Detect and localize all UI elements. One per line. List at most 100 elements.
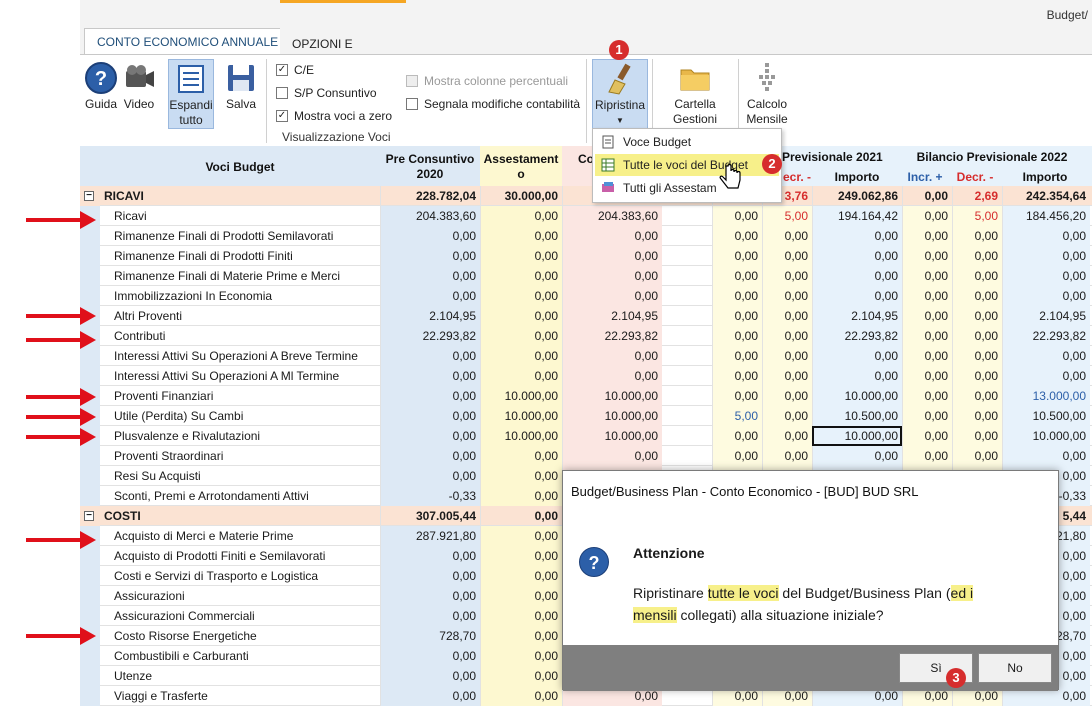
cell-co[interactable]: 10.000,00 [562, 406, 662, 426]
cell-d1[interactable]: 0,00 [762, 286, 812, 306]
cell-d1[interactable]: 0,00 [762, 266, 812, 286]
cell-pre[interactable]: -0,33 [380, 486, 480, 506]
cell-pre[interactable]: 0,00 [380, 246, 480, 266]
section-row[interactable]: − RICAVI 228.782,04 30.000,00 3,76 249.062,86… [80, 186, 1092, 206]
cell-imp1[interactable]: 0,00 [812, 266, 902, 286]
menu-item-tutte-voci[interactable]: Tutte le voci del Budget [595, 154, 779, 176]
cell-i2[interactable]: 0,00 [902, 446, 952, 466]
cell-ass[interactable]: 0,00 [480, 686, 562, 706]
cell-pre[interactable]: 0,00 [380, 406, 480, 426]
cell-d2[interactable]: 5,00 [952, 206, 1002, 226]
table-row[interactable]: Plusvalenze e Rivalutazioni 0,00 10.000,00… [80, 426, 1092, 446]
table-row[interactable]: Proventi Finanziari 0,00 10.000,00 10.000,0… [80, 386, 1092, 406]
cell-d2[interactable]: 0,00 [952, 266, 1002, 286]
cell-d1[interactable]: 0,00 [762, 366, 812, 386]
cell-ass[interactable]: 10.000,00 [480, 406, 562, 426]
cell-co[interactable]: 0,00 [562, 446, 662, 466]
cell-d1[interactable]: 0,00 [762, 226, 812, 246]
cell-pre[interactable]: 0,00 [380, 266, 480, 286]
check-mostra-colonne[interactable]: Mostra colonne percentuali [406, 74, 568, 88]
cell-co[interactable]: 0,00 [562, 346, 662, 366]
table-row[interactable]: Contributi 22.293,82 0,00 22.293,82 0,00 0,00… [80, 326, 1092, 346]
check-ce[interactable]: ✓ C/E [276, 63, 314, 77]
cell-ass[interactable]: 0,00 [480, 446, 562, 466]
cell-i2[interactable]: 0,00 [902, 286, 952, 306]
cell-ass[interactable]: 0,00 [480, 226, 562, 246]
cell-pre[interactable]: 228.782,04 [380, 186, 480, 206]
cell-d1[interactable]: 0,00 [762, 346, 812, 366]
cell-i1[interactable]: 0,00 [712, 346, 762, 366]
cell-i1[interactable]: 0,00 [712, 326, 762, 346]
cell-co[interactable]: 0,00 [562, 286, 662, 306]
espandi-tutto-button[interactable]: Espandi tutto [168, 59, 214, 129]
cell-d2[interactable]: 0,00 [952, 226, 1002, 246]
cell-i2[interactable]: 0,00 [902, 426, 952, 446]
cell-co[interactable]: 10.000,00 [562, 386, 662, 406]
cell-pre[interactable]: 0,00 [380, 646, 480, 666]
table-row[interactable]: Interessi Attivi Su Operazioni A Ml Term… [80, 366, 1092, 386]
cell-co[interactable]: 0,00 [562, 246, 662, 266]
video-button[interactable]: Video [122, 61, 156, 112]
cell-ass[interactable]: 0,00 [480, 626, 562, 646]
cell-pre[interactable]: 728,70 [380, 626, 480, 646]
table-row[interactable]: Altri Proventi 2.104,95 0,00 2.104,95 0,00 0,… [80, 306, 1092, 326]
table-row[interactable]: Rimanenze Finali di Prodotti Semilavorat… [80, 226, 1092, 246]
cell-d2[interactable]: 0,00 [952, 386, 1002, 406]
cell-i1[interactable]: 0,00 [712, 226, 762, 246]
cell-i2[interactable]: 0,00 [902, 306, 952, 326]
cell-ass[interactable]: 0,00 [480, 566, 562, 586]
cell-i1[interactable]: 0,00 [712, 306, 762, 326]
cell-d2[interactable]: 0,00 [952, 446, 1002, 466]
cell-d2[interactable]: 0,00 [952, 406, 1002, 426]
cell-pre[interactable]: 0,00 [380, 426, 480, 446]
cell-co[interactable]: 2.104,95 [562, 306, 662, 326]
cell-pre[interactable]: 0,00 [380, 606, 480, 626]
cell-ass[interactable]: 10.000,00 [480, 426, 562, 446]
cell-imp1[interactable]: 0,00 [812, 446, 902, 466]
cell-i2[interactable]: 0,00 [902, 246, 952, 266]
cell-imp1[interactable]: 249.062,86 [812, 186, 902, 206]
table-row[interactable]: Rimanenze Finali di Prodotti Finiti 0,00 0… [80, 246, 1092, 266]
cell-i1[interactable]: 0,00 [712, 446, 762, 466]
table-row[interactable]: Proventi Straordinari 0,00 0,00 0,00 0,00 0,0… [80, 446, 1092, 466]
cell-ass[interactable]: 0,00 [480, 606, 562, 626]
cell-ass[interactable]: 0,00 [480, 346, 562, 366]
cell-imp2[interactable]: 2.104,95 [1002, 306, 1090, 326]
cell-i2[interactable]: 0,00 [902, 206, 952, 226]
menu-item-voce-budget[interactable]: Voce Budget [595, 131, 779, 153]
cell-imp1[interactable]: 2.104,95 [812, 306, 902, 326]
cell-imp2[interactable]: 0,00 [1002, 346, 1090, 366]
table-row[interactable]: Immobilizzazioni In Economia 0,00 0,00 0,00… [80, 286, 1092, 306]
cell-pre[interactable]: 0,00 [380, 366, 480, 386]
calcolo-mensile-button[interactable]: Calcolo Mensile [742, 61, 792, 127]
cell-i2[interactable]: 0,00 [902, 186, 952, 206]
cell-i1[interactable]: 0,00 [712, 386, 762, 406]
cell-imp1[interactable]: 0,00 [812, 286, 902, 306]
cell-ass[interactable]: 0,00 [480, 506, 562, 526]
cell-i1[interactable]: 0,00 [712, 426, 762, 446]
cell-ass[interactable]: 30.000,00 [480, 186, 562, 206]
cell-pre[interactable]: 0,00 [380, 666, 480, 686]
cell-d1[interactable]: 0,00 [762, 406, 812, 426]
cell-d1[interactable]: 5,00 [762, 206, 812, 226]
cell-imp2[interactable]: 13.000,00 [1002, 386, 1090, 406]
cell-co[interactable]: 0,00 [562, 266, 662, 286]
cell-ass[interactable]: 10.000,00 [480, 386, 562, 406]
cell-imp2[interactable]: 242.354,64 [1002, 186, 1090, 206]
cell-d2[interactable]: 0,00 [952, 366, 1002, 386]
table-row[interactable]: Utile (Perdita) Su Cambi 0,00 10.000,00 10.… [80, 406, 1092, 426]
cell-imp2[interactable]: 0,00 [1002, 446, 1090, 466]
cell-imp1[interactable]: 10.000,00 [812, 386, 902, 406]
collapse-icon[interactable]: − [84, 191, 94, 201]
cell-imp2[interactable]: 10.000,00 [1002, 426, 1090, 446]
cell-co[interactable]: 0,00 [562, 226, 662, 246]
cell-ass[interactable]: 0,00 [480, 586, 562, 606]
cell-ass[interactable]: 0,00 [480, 366, 562, 386]
tab-conto-economico[interactable]: CONTO ECONOMICO ANNUALE [84, 28, 292, 54]
cell-ass[interactable]: 0,00 [480, 646, 562, 666]
cell-imp2[interactable]: 0,00 [1002, 286, 1090, 306]
cell-pre[interactable]: 0,00 [380, 226, 480, 246]
cell-i2[interactable]: 0,00 [902, 406, 952, 426]
cell-d1[interactable]: 0,00 [762, 426, 812, 446]
cell-ass[interactable]: 0,00 [480, 306, 562, 326]
